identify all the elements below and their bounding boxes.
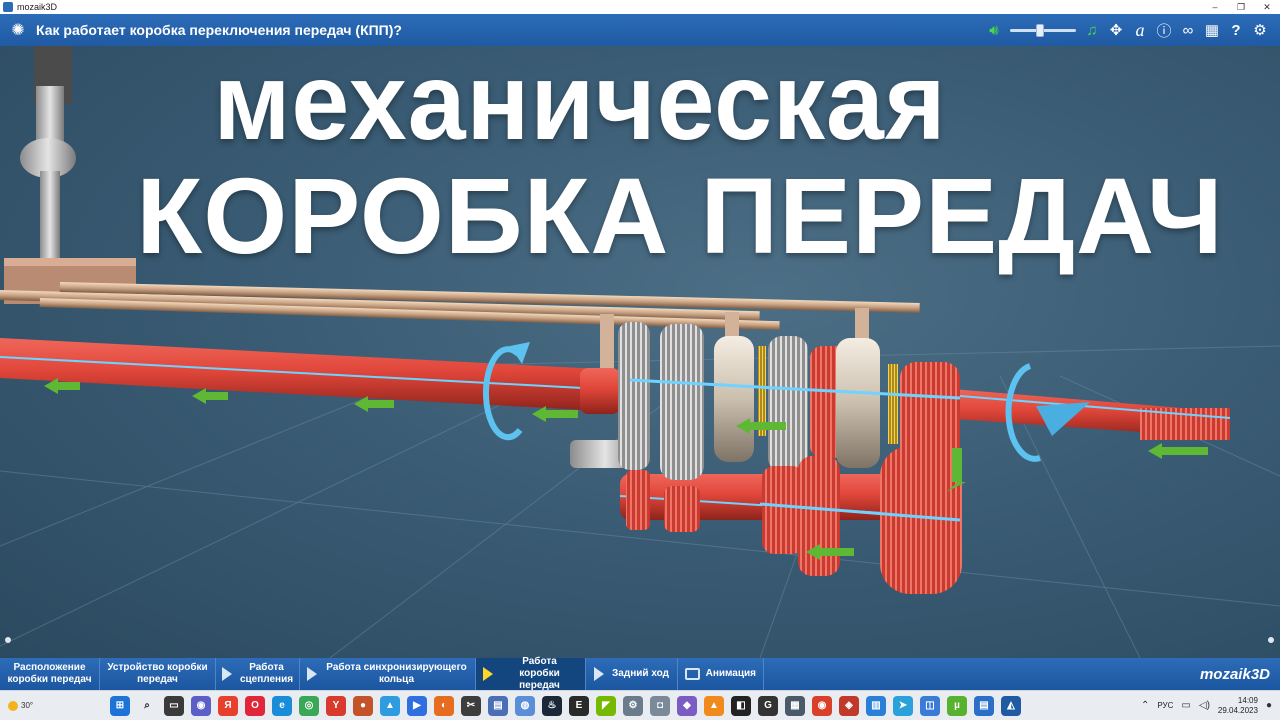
nav-reverse-gear[interactable]: Задний ход [586,658,678,690]
headline-line-2: КОРОБКА ПЕРЕДАЧ [136,155,1224,276]
nav-clutch-operation[interactable]: Работа сцепления [216,658,300,690]
task-view-icon[interactable]: ▭ [164,695,184,716]
camera-icon[interactable]: ◘ [650,695,670,716]
move-icon[interactable]: ✥ [1104,18,1128,42]
nav-label: Работа синхронизирующего кольца [326,662,467,685]
scene-prev-dot[interactable] [5,637,11,643]
nav-synchro-ring[interactable]: Работа синхронизирующего кольца [300,658,476,690]
tv-icon [685,668,700,680]
play-icon [221,667,232,681]
red-app-icon[interactable]: ◈ [839,695,859,716]
app-logo-icon [3,2,13,12]
sun-icon [8,700,18,711]
speaker-icon[interactable]: 🔊︎ [982,18,1006,42]
close-button[interactable]: ✕ [1254,2,1280,13]
chevron-up-icon[interactable]: ⌃ [1141,700,1149,711]
nav-gearbox-structure[interactable]: Устройство коробки передач [100,658,216,690]
minimize-button[interactable]: – [1202,2,1228,13]
page-title: Как работает коробка переключения переда… [36,22,402,38]
app-window: mozaik3D – ❐ ✕ ✺ Как работает коробка пе… [0,0,1280,720]
yandex-icon[interactable]: Я [218,695,238,716]
epic-games-icon[interactable]: E [569,695,589,716]
clock-time: 14:09 [1237,695,1258,705]
nav-label: Работа коробки передач [519,656,560,691]
mozaik-icon[interactable]: ◭ [1001,695,1021,716]
notes-icon[interactable]: ▥ [866,695,886,716]
weather-widget[interactable]: 30° [0,700,60,711]
notification-icon[interactable]: ● [1266,700,1272,711]
edge-icon[interactable]: e [272,695,292,716]
meet-icon[interactable]: ◉ [191,695,211,716]
taskbar-apps: ⊞ ⌕ ▭ ◉ Я Oe ◎ Y ● ▲ ▶ ◐ ✂ ▤ ◍ ♨ E ◤ ⚙ ◘ ◆ ▲ ◧ G ▦ ◉ ◈ ▥ ➤ ◫ µ ▤ ◭ [110,695,1021,716]
g-app-icon[interactable]: G [758,695,778,716]
font-icon[interactable]: a [1128,18,1152,42]
brand-logo: mozaik3D [1199,665,1270,683]
loading-menu-icon[interactable]: ✺ [8,20,28,40]
maximize-button[interactable]: ❐ [1228,2,1254,13]
nav-label: Работа сцепления [239,662,294,685]
utorrent-icon[interactable]: µ [947,695,967,716]
opera-icon[interactable]: O [245,695,265,716]
clock-date: 29.04.2023 [1217,705,1258,715]
chromium-icon[interactable]: ◍ [515,695,535,716]
search-icon[interactable]: ⌕ [137,695,157,716]
play-icon [307,667,317,681]
nvidia-icon[interactable]: ◤ [596,695,616,716]
music-icon[interactable]: ♫ [1080,18,1104,42]
app-header: ✺ Как работает коробка переключения пере… [0,14,1280,46]
headline-line-1: механическая [213,46,947,163]
header-toolbar: 🔊︎ ♫ ✥ a ⓘ ∞ ▦ ? ⚙ [982,18,1280,42]
network-icon[interactable]: ▭ [1181,700,1190,711]
firefox-icon[interactable]: ◐ [434,695,454,716]
document-icon[interactable]: ▤ [974,695,994,716]
nav-label: Анимация [705,668,756,679]
volume-slider[interactable] [1010,18,1076,42]
telegram-icon[interactable]: ➤ [893,695,913,716]
nav-label: Устройство коробки передач [107,662,208,685]
gearbox-3d-viewport[interactable]: механическая КОРОБКА ПЕРЕДАЧ [0,46,1280,658]
play-icon [483,667,493,681]
scrap-icon[interactable]: ◉ [812,695,832,716]
os-taskbar: 30° ⊞ ⌕ ▭ ◉ Я Oe ◎ Y ● ▲ ▶ ◐ ✂ ▤ ◍ ♨ E ◤ ⚙ ◘ ◆ ▲ ◧ G ▦ ◉ ◈ ▥ ➤ ◫ µ ▤ ◭ ⌃… [0,690,1280,720]
output-shaft [940,388,1231,440]
clock[interactable]: 14:09 29.04.2023 [1218,696,1258,716]
calculator-icon[interactable]: ▦ [785,695,805,716]
screen-recorder-icon[interactable]: ● [353,695,373,716]
voice-icon[interactable]: ◆ [677,695,697,716]
link-icon[interactable]: ∞ [1176,18,1200,42]
volume-icon[interactable]: ◁) [1199,700,1210,711]
language-indicator[interactable]: РУС [1157,701,1173,710]
photos-icon[interactable]: ▲ [380,695,400,716]
monitor-icon[interactable]: ◫ [920,695,940,716]
os-titlebar: mozaik3D – ❐ ✕ [0,0,1280,14]
gear-app-icon[interactable]: ⚙ [623,695,643,716]
nav-label: Задний ход [612,668,669,679]
system-tray: ⌃ РУС ▭ ◁) 14:09 29.04.2023 ● [1141,696,1280,716]
capcut-icon[interactable]: ◧ [731,695,751,716]
app-name: mozaik3D [17,2,58,12]
chapter-navigation: Расположение коробки передач Устройство … [0,656,1280,691]
nav-gearbox-location[interactable]: Расположение коробки передач [0,658,100,690]
grid-icon[interactable]: ▦ [1200,18,1224,42]
media-player-icon[interactable]: ▶ [407,695,427,716]
nav-gearbox-operation[interactable]: Работа коробки передач [476,656,586,691]
volume-knob[interactable] [1036,24,1044,37]
video-editor-icon[interactable]: ✂ [461,695,481,716]
weather-temp: 30° [21,700,34,710]
nav-animation[interactable]: Анимация [678,658,764,690]
chrome-icon[interactable]: ◎ [299,695,319,716]
steam-icon[interactable]: ♨ [542,695,562,716]
nav-label: Расположение коробки передач [7,662,92,685]
scene-next-dot[interactable] [1268,637,1274,643]
play-icon [594,667,605,681]
presentation-icon[interactable]: ▤ [488,695,508,716]
window-controls: – ❐ ✕ [1202,2,1280,13]
info-icon[interactable]: ⓘ [1152,18,1176,42]
yandex-browser-icon[interactable]: Y [326,695,346,716]
help-icon[interactable]: ? [1224,18,1248,42]
vlc-icon[interactable]: ▲ [704,695,724,716]
settings-icon[interactable]: ⚙ [1248,18,1272,42]
windows-start-icon[interactable]: ⊞ [110,695,130,716]
